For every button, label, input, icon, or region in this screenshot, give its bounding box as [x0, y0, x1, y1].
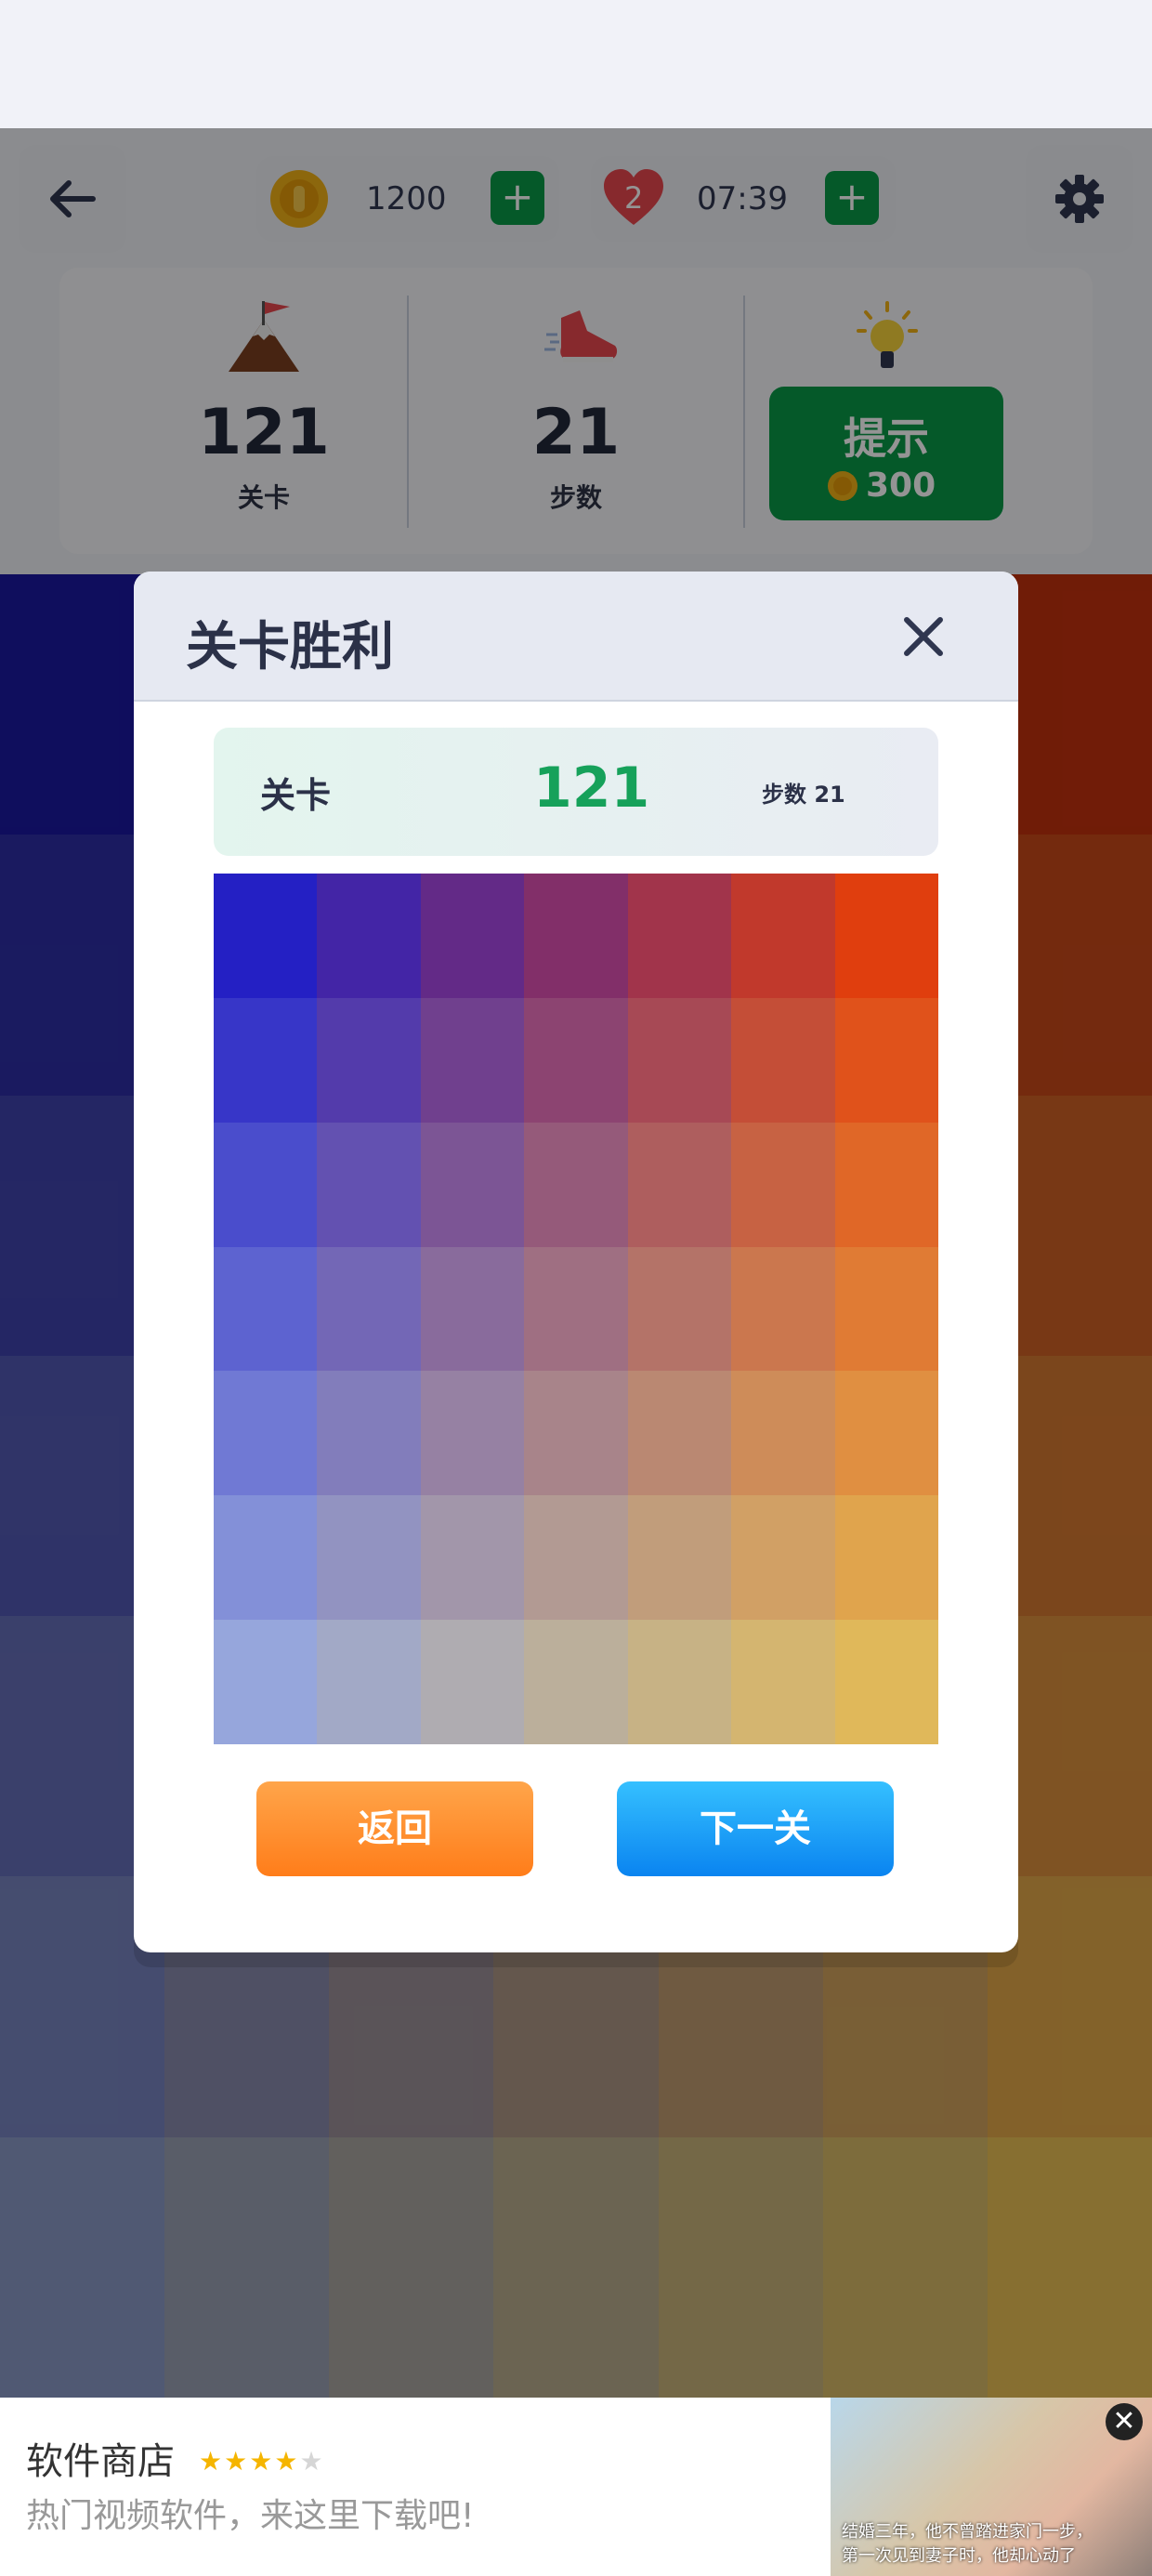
- puzzle-tile: [731, 1495, 835, 1621]
- level-summary-card: 关卡 121 步数 21: [214, 728, 938, 856]
- solved-puzzle-grid: [214, 874, 938, 1744]
- puzzle-tile: [731, 997, 835, 1123]
- puzzle-tile: [420, 1122, 525, 1247]
- puzzle-tile: [834, 1246, 938, 1372]
- puzzle-tile: [627, 1495, 732, 1621]
- puzzle-tile: [524, 874, 628, 998]
- ad-caption: 结婚三年，他不曾踏进家门一步，: [842, 2522, 1093, 2542]
- puzzle-tile: [214, 874, 318, 998]
- level-number: 121: [533, 756, 650, 821]
- puzzle-tile: [214, 1246, 318, 1372]
- puzzle-tile: [317, 1620, 421, 1744]
- puzzle-tile: [214, 997, 318, 1123]
- puzzle-tile: [627, 1371, 732, 1496]
- next-level-button[interactable]: 下一关: [617, 1781, 894, 1876]
- puzzle-tile: [420, 1371, 525, 1496]
- puzzle-tile: [420, 997, 525, 1123]
- puzzle-tile: [420, 1620, 525, 1744]
- puzzle-tile: [214, 1371, 318, 1496]
- puzzle-tile: [834, 997, 938, 1123]
- level-complete-dialog: 关卡胜利 关卡 121 步数 21 返回 下一关: [134, 572, 1018, 1952]
- dialog-title: 关卡胜利: [186, 617, 394, 677]
- puzzle-tile: [834, 1122, 938, 1247]
- return-button[interactable]: 返回: [256, 1781, 533, 1876]
- steps-summary: 步数 21: [762, 782, 845, 808]
- puzzle-tile: [524, 1246, 628, 1372]
- star-icon: ★: [224, 2446, 250, 2477]
- star-icon: ★: [249, 2446, 275, 2477]
- puzzle-tile: [317, 1495, 421, 1621]
- puzzle-tile: [317, 1122, 421, 1247]
- puzzle-tile: [317, 1246, 421, 1372]
- puzzle-tile: [420, 1246, 525, 1372]
- close-icon[interactable]: [896, 609, 951, 664]
- puzzle-tile: [420, 1495, 525, 1621]
- puzzle-tile: [834, 1495, 938, 1621]
- puzzle-tile: [214, 1620, 318, 1744]
- ad-image[interactable]: 结婚三年，他不曾踏进家门一步， 第一次见到妻子时，他却心动了: [831, 2398, 1152, 2576]
- puzzle-tile: [214, 1495, 318, 1621]
- puzzle-tile: [731, 1620, 835, 1744]
- star-icon: ★: [199, 2446, 225, 2477]
- puzzle-tile: [627, 1122, 732, 1247]
- status-bar: [0, 0, 1152, 128]
- ad-rating: ★★★★★: [199, 2446, 325, 2477]
- puzzle-tile: [524, 1371, 628, 1496]
- puzzle-tile: [834, 1620, 938, 1744]
- level-label: 关卡: [260, 775, 332, 816]
- puzzle-tile: [627, 1246, 732, 1372]
- ad-close-button[interactable]: ✕: [1106, 2403, 1143, 2440]
- puzzle-tile: [317, 997, 421, 1123]
- puzzle-tile: [731, 1122, 835, 1247]
- puzzle-tile: [627, 997, 732, 1123]
- puzzle-tile: [214, 1122, 318, 1247]
- puzzle-tile: [731, 1246, 835, 1372]
- puzzle-tile: [731, 874, 835, 998]
- puzzle-tile: [627, 874, 732, 998]
- puzzle-tile: [731, 1371, 835, 1496]
- star-icon: ★: [274, 2446, 300, 2477]
- puzzle-tile: [317, 1371, 421, 1496]
- ad-title: 软件商店: [26, 2440, 175, 2483]
- ad-description: 热门视频软件，来这里下载吧!: [26, 2497, 475, 2535]
- puzzle-tile: [317, 874, 421, 998]
- puzzle-tile: [627, 1620, 732, 1744]
- puzzle-tile: [420, 874, 525, 998]
- puzzle-tile: [524, 997, 628, 1123]
- dialog-header: 关卡胜利: [134, 572, 1018, 702]
- star-icon: ★: [299, 2446, 325, 2477]
- ad-banner[interactable]: 软件商店 ★★★★★ 热门视频软件，来这里下载吧! 结婚三年，他不曾踏进家门一步…: [0, 2398, 1152, 2576]
- puzzle-tile: [524, 1495, 628, 1621]
- ad-caption: 第一次见到妻子时，他却心动了: [842, 2546, 1076, 2566]
- puzzle-tile: [524, 1620, 628, 1744]
- puzzle-tile: [524, 1122, 628, 1247]
- puzzle-tile: [834, 1371, 938, 1496]
- puzzle-tile: [834, 874, 938, 998]
